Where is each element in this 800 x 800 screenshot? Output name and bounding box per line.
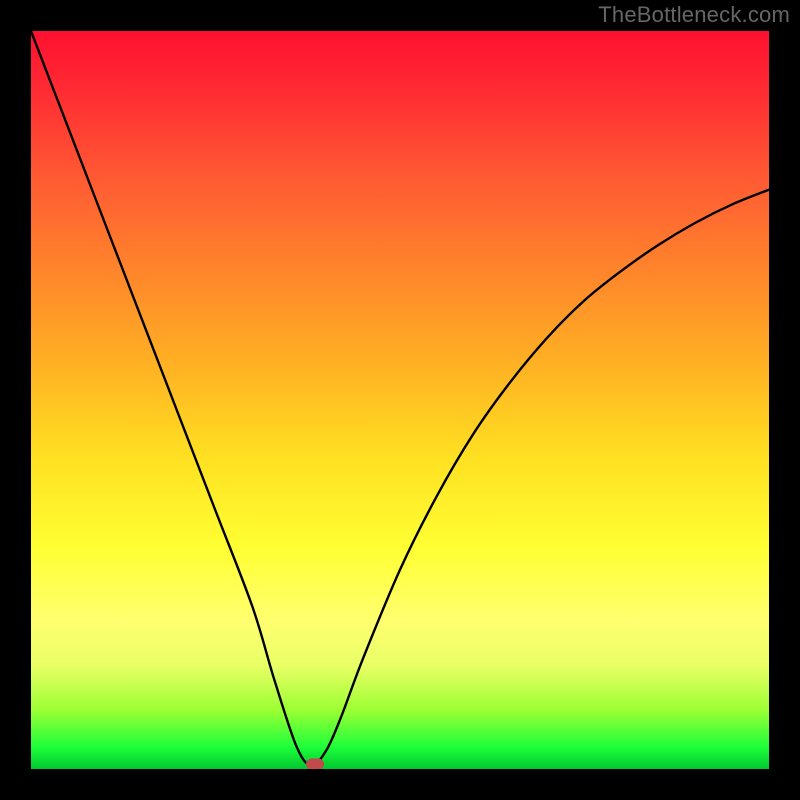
bottleneck-curve (31, 31, 769, 769)
optimal-point-marker (306, 758, 324, 769)
watermark-label: TheBottleneck.com (598, 2, 790, 28)
chart-frame: TheBottleneck.com (0, 0, 800, 800)
plot-area (31, 31, 769, 769)
